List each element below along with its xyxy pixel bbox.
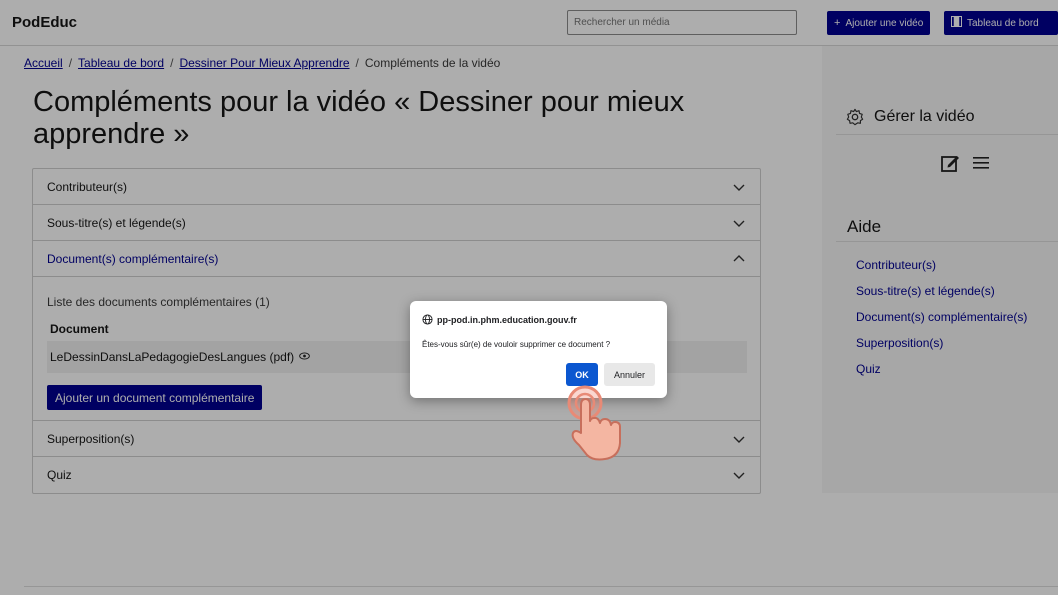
dialog-message: Êtes-vous sûr(e) de vouloir supprimer ce… xyxy=(422,340,611,349)
globe-icon xyxy=(422,314,433,325)
dialog-origin-text: pp-pod.in.phm.education.gouv.fr xyxy=(437,314,577,325)
confirm-dialog: pp-pod.in.phm.education.gouv.fr Êtes-vou… xyxy=(410,301,667,398)
modal-overlay xyxy=(0,0,1058,595)
pointer-hand-icon xyxy=(567,385,621,461)
dialog-origin: pp-pod.in.phm.education.gouv.fr xyxy=(422,314,577,325)
